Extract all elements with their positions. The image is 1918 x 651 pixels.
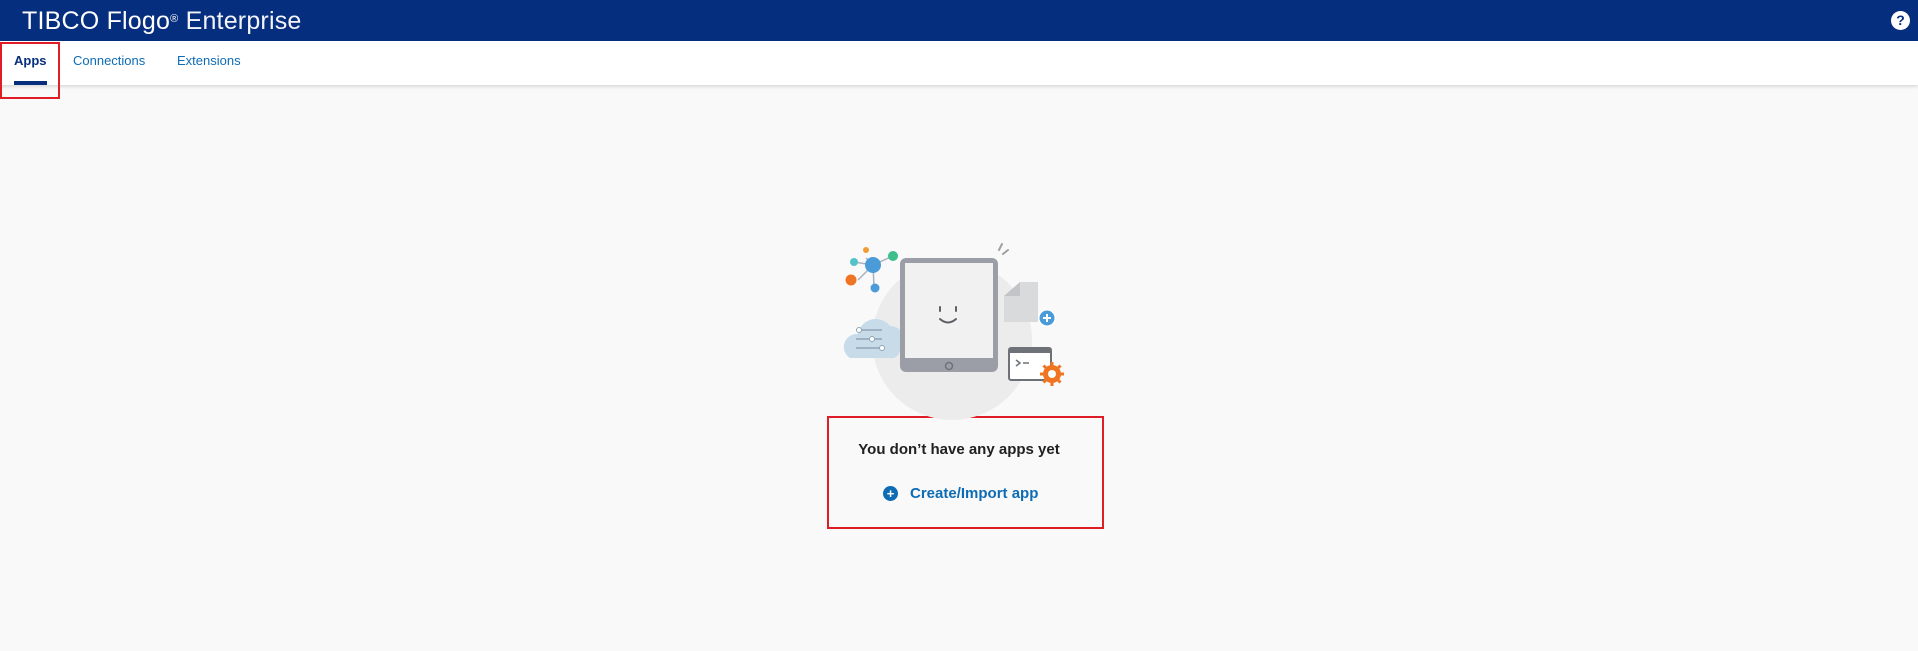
brand-logo: TIBCO Flogo® Enterprise bbox=[22, 7, 302, 35]
sparkle-line bbox=[998, 243, 1003, 251]
create-import-app-label: Create/Import app bbox=[910, 484, 1039, 502]
create-import-app-button[interactable]: + Create/Import app bbox=[883, 482, 1038, 504]
brand-product: Flogo bbox=[106, 7, 171, 35]
tab-connections-label: Connections bbox=[73, 53, 146, 68]
terminal-gear-icon bbox=[1008, 347, 1064, 386]
plus-circle-icon: + bbox=[883, 485, 898, 501]
active-tab-indicator bbox=[14, 81, 47, 85]
sparkle-line bbox=[1002, 249, 1009, 255]
tab-apps-label: Apps bbox=[14, 53, 47, 68]
brand-company-o: O bbox=[79, 7, 100, 35]
tab-extensions-label: Extensions bbox=[177, 53, 241, 68]
empty-apps-illustration bbox=[843, 243, 1064, 420]
main-nav-tabs: Apps Connections Extensions bbox=[0, 41, 1918, 85]
tab-connections[interactable]: Connections bbox=[73, 41, 145, 85]
brand-company: TIBC bbox=[22, 7, 80, 35]
tab-extensions[interactable]: Extensions bbox=[177, 41, 241, 85]
brand-edition: Enterprise bbox=[185, 7, 302, 35]
empty-state-message: You don’t have any apps yet bbox=[858, 441, 1060, 458]
tab-apps[interactable]: Apps bbox=[14, 41, 47, 85]
tablet-smiley-icon bbox=[900, 258, 998, 372]
top-header-bar: TIBCO Flogo® Enterprise ? bbox=[0, 0, 1918, 41]
highlight-box-empty-state bbox=[827, 416, 1104, 529]
network-graph-icon bbox=[845, 247, 898, 293]
help-icon[interactable]: ? bbox=[1891, 11, 1910, 30]
